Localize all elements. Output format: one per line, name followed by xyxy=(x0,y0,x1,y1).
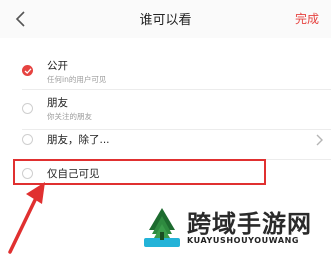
watermark-logo-icon xyxy=(144,208,180,247)
radio-icon[interactable] xyxy=(22,134,33,145)
radio-checked-icon[interactable] xyxy=(22,65,33,76)
watermark-subtitle: KUAYUSHOUYOUWANG xyxy=(187,236,300,245)
annotation-arrow-icon xyxy=(8,182,45,254)
watermark-title: 跨域手游网 xyxy=(187,210,312,238)
option-friends[interactable]: 朋友 你关注的朋友 xyxy=(0,90,331,130)
page-title: 谁可以看 xyxy=(139,13,192,28)
watermark: 跨域手游网 KUAYUSHOUYOUWANG xyxy=(135,196,331,259)
option-title: 朋友，除了... xyxy=(47,134,110,146)
option-title: 朋友 xyxy=(47,97,68,109)
nav-bar: 谁可以看 完成 xyxy=(0,0,331,38)
radio-icon[interactable] xyxy=(22,103,33,114)
option-public[interactable]: 公开 任何in的用户可见 xyxy=(0,50,331,90)
chevron-right-icon xyxy=(316,134,323,146)
option-subtitle: 你关注的朋友 xyxy=(47,112,92,121)
done-button[interactable]: 完成 xyxy=(295,10,319,27)
option-subtitle: 任何in的用户可见 xyxy=(47,75,107,84)
option-title: 公开 xyxy=(47,60,68,72)
